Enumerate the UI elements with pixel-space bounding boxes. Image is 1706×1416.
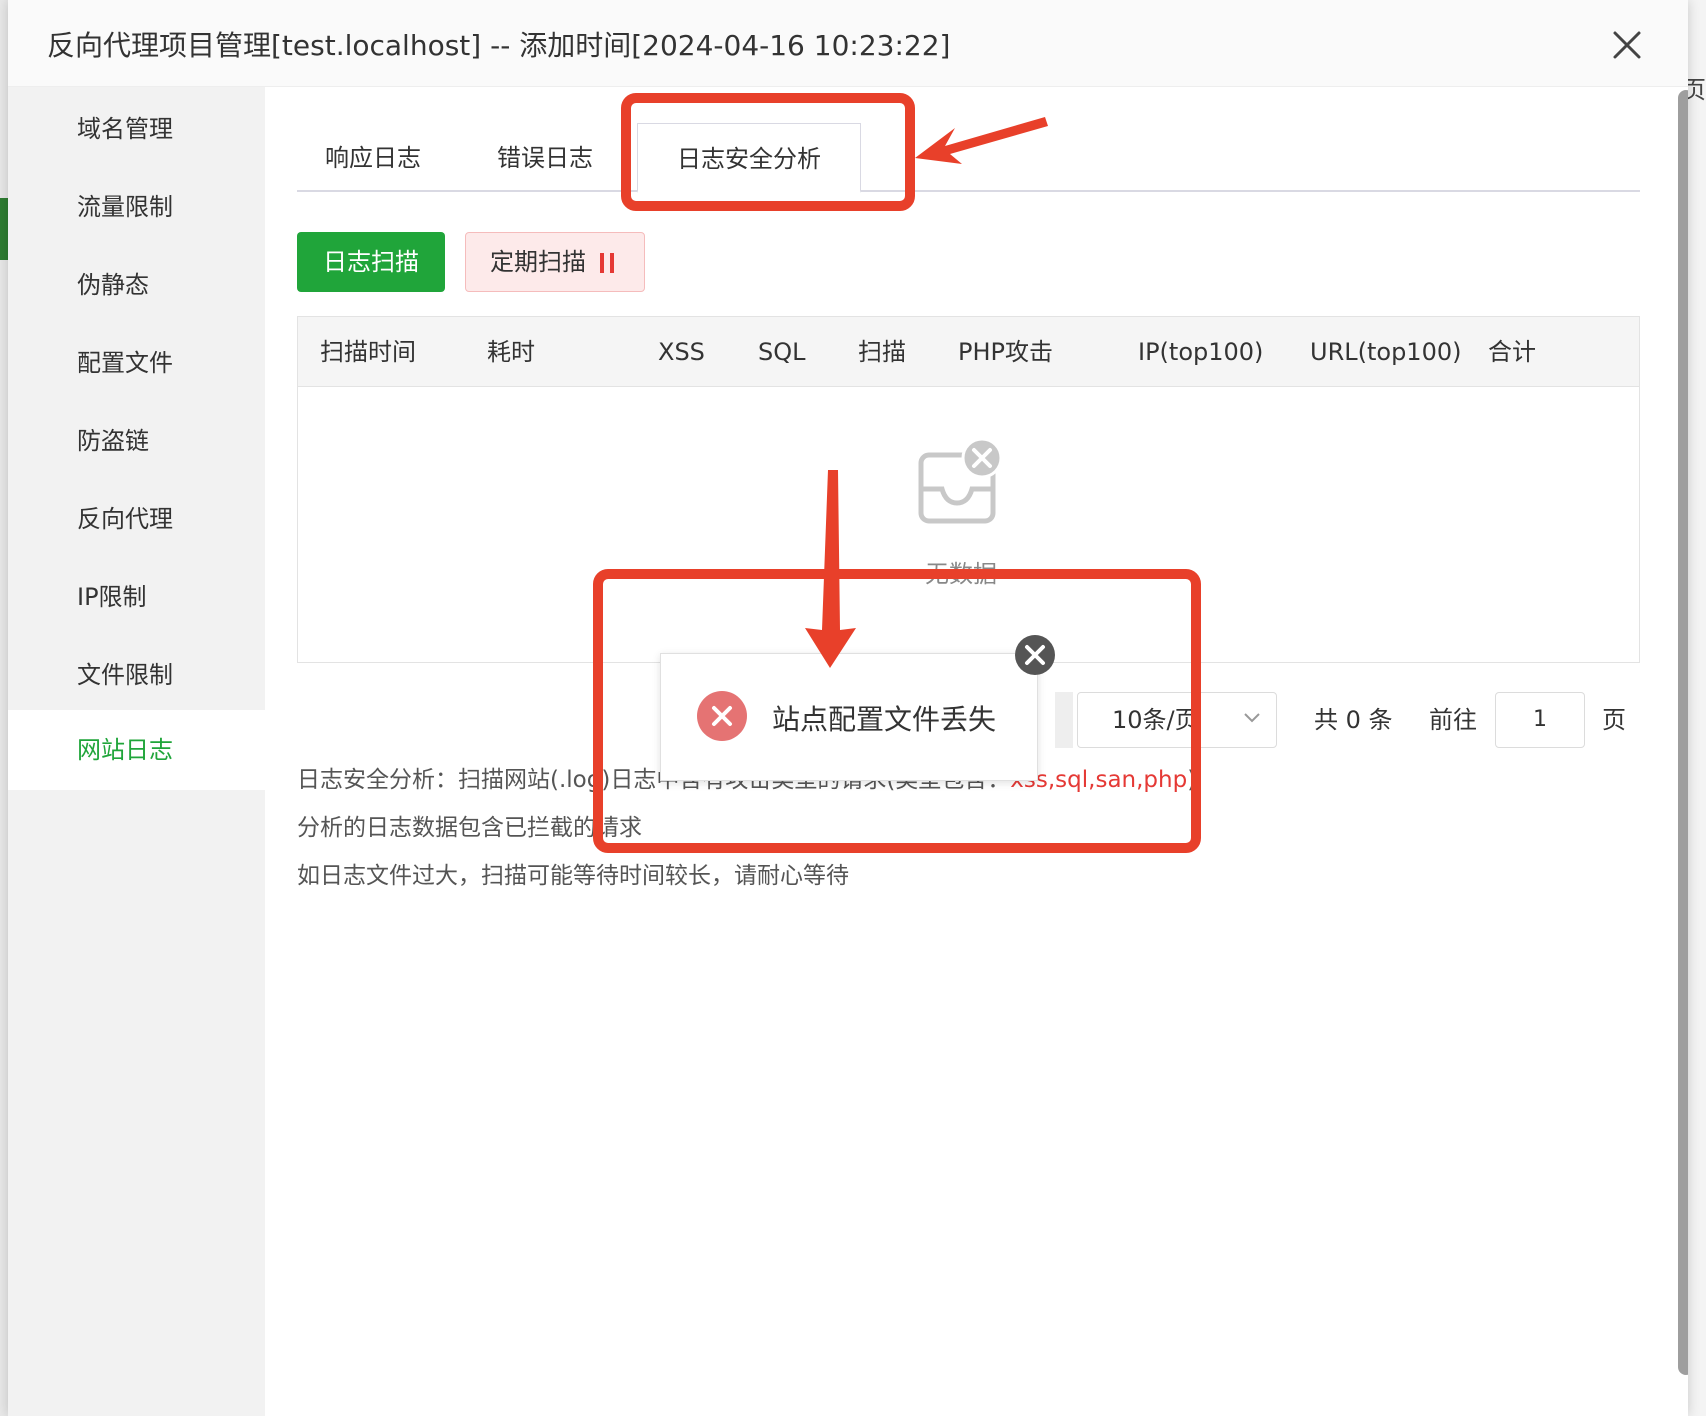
sidebar-item-file-limit[interactable]: 文件限制 [8, 635, 265, 715]
description-suffix: ) [1187, 767, 1197, 793]
sidebar-item-rewrite[interactable]: 伪静态 [8, 245, 265, 325]
column-header-duration: 耗时 [487, 338, 535, 366]
tab-error-log[interactable]: 错误日志 [469, 123, 621, 193]
toast-close-icon[interactable] [1014, 634, 1056, 676]
column-header-scan-time: 扫描时间 [320, 338, 416, 366]
toast-message: 站点配置文件丢失 [772, 703, 997, 736]
empty-inbox-icon [918, 437, 1003, 524]
column-header-php-attack: PHP攻击 [958, 338, 1053, 366]
background-green-bar [0, 198, 8, 260]
sidebar-item-config-file[interactable]: 配置文件 [8, 323, 265, 403]
column-header-sql: SQL [758, 338, 806, 366]
sidebar: 域名管理 流量限制 伪静态 配置文件 防盗链 反向代理 IP限制 文件限制 网站… [8, 87, 265, 1416]
sidebar-item-hotlink[interactable]: 防盗链 [8, 401, 265, 481]
table-header: 扫描时间 耗时 XSS SQL 扫描 PHP攻击 IP(top100) URL(… [298, 317, 1639, 387]
dialog-titlebar: 反向代理项目管理[test.localhost] -- 添加时间[2024-04… [8, 0, 1688, 87]
pager-prev-button[interactable] [1055, 692, 1073, 748]
column-header-ip-top100: IP(top100) [1138, 338, 1264, 366]
pause-icon [600, 253, 618, 273]
sidebar-item-domain[interactable]: 域名管理 [8, 89, 265, 169]
sidebar-item-ip-limit[interactable]: IP限制 [8, 557, 265, 637]
pager-goto-label: 前往 [1429, 706, 1477, 734]
page-size-select[interactable]: 10条/页 [1077, 692, 1277, 748]
tab-log-security-analysis[interactable]: 日志安全分析 [637, 123, 861, 193]
chevron-down-icon [1244, 713, 1260, 723]
column-header-scan: 扫描 [858, 338, 906, 366]
sidebar-item-site-log[interactable]: 网站日志 [8, 710, 265, 790]
error-toast: 站点配置文件丢失 [660, 653, 1038, 781]
periodic-scan-label: 定期扫描 [490, 248, 586, 276]
column-header-total: 合计 [1488, 338, 1536, 366]
scan-results-table: 扫描时间 耗时 XSS SQL 扫描 PHP攻击 IP(top100) URL(… [297, 316, 1640, 663]
sidebar-item-reverse-proxy[interactable]: 反向代理 [8, 479, 265, 559]
description-line-2: 分析的日志数据包含已拦截的请求 [297, 815, 642, 841]
tab-response-log[interactable]: 响应日志 [297, 123, 449, 193]
pager-page-suffix: 页 [1602, 706, 1626, 734]
page-size-value: 10条/页 [1112, 706, 1199, 734]
log-scan-button[interactable]: 日志扫描 [297, 232, 445, 292]
description-line-3: 如日志文件过大，扫描可能等待时间较长，请耐心等待 [297, 863, 849, 889]
pager-page-input[interactable]: 1 [1495, 692, 1585, 748]
column-header-xss: XSS [658, 338, 705, 366]
periodic-scan-button[interactable]: 定期扫描 [465, 232, 645, 292]
background-page [1686, 0, 1706, 1416]
error-circle-icon [697, 691, 747, 741]
dialog-title: 反向代理项目管理[test.localhost] -- 添加时间[2024-04… [47, 29, 951, 62]
empty-state-text: 无数据 [925, 560, 997, 588]
close-icon[interactable] [1610, 28, 1644, 62]
pager-total-count: 共 0 条 [1314, 706, 1393, 734]
column-header-url-top100: URL(top100) [1310, 338, 1462, 366]
sidebar-item-traffic-limit[interactable]: 流量限制 [8, 167, 265, 247]
scrollbar[interactable] [1678, 90, 1688, 1375]
